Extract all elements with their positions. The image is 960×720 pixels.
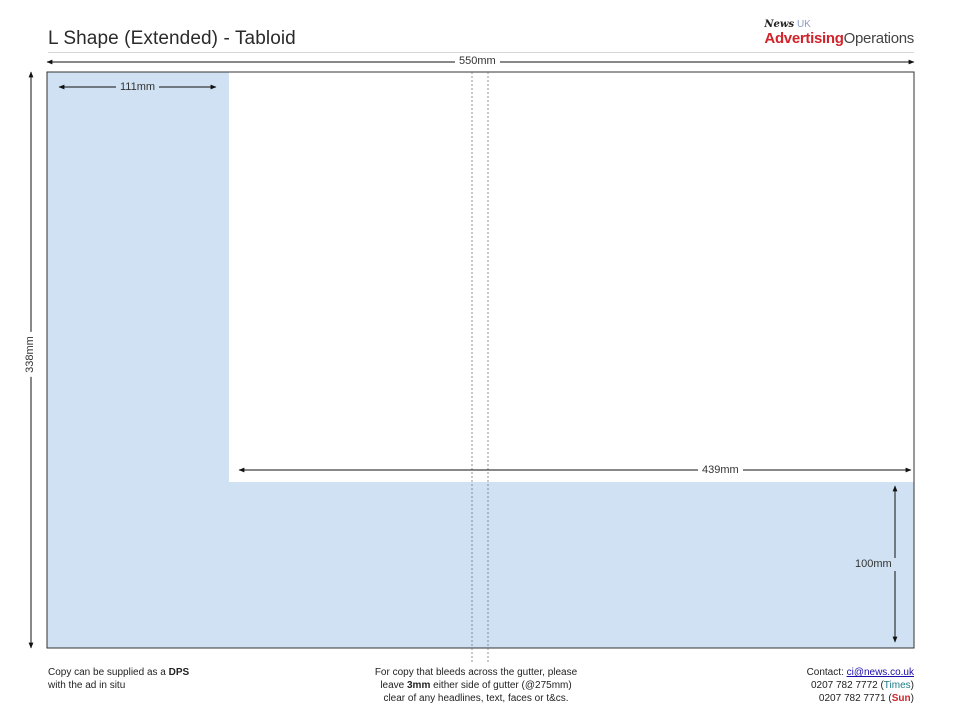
sun-label: Sun	[891, 693, 911, 704]
dps-note-line2: with the ad in situ	[48, 680, 126, 691]
times-close-paren: )	[910, 680, 914, 691]
dps-note-text: Copy can be supplied as a	[48, 667, 169, 678]
page-height-label: 338mm	[23, 332, 37, 377]
footer-gutter-note: For copy that bleeds across the gutter, …	[330, 666, 622, 705]
footer-contact: Contact: ci@news.co.uk 0207 782 7772 (Ti…	[807, 666, 914, 705]
gutter-note-line3: clear of any headlines, text, faces or t…	[383, 693, 569, 704]
contact-label: Contact:	[806, 667, 847, 678]
bottom-strip-width-label: 439mm	[698, 464, 743, 477]
layout-diagram	[28, 59, 915, 662]
page-width-label: 550mm	[455, 55, 500, 68]
footer-dps-note: Copy can be supplied as a DPS with the a…	[48, 666, 189, 692]
ad-bottom-strip	[229, 482, 914, 648]
gutter-note-line2-suffix: either side of gutter (@275mm)	[430, 680, 572, 691]
times-phone: 0207 782 7772 (	[810, 680, 884, 691]
gutter-note-line2-prefix: leave	[380, 680, 407, 691]
sun-close-paren: )	[910, 693, 914, 704]
left-column-width-label: 111mm	[116, 81, 160, 94]
gutter-note-line1: For copy that bleeds across the gutter, …	[374, 667, 578, 678]
dps-bold: DPS	[168, 667, 190, 678]
bottom-strip-height-label: 100mm	[851, 558, 896, 571]
ad-left-column	[47, 72, 229, 648]
times-label: Times	[883, 680, 911, 691]
contact-email-link[interactable]: ci@news.co.uk	[847, 667, 914, 678]
gutter-3mm-bold: 3mm	[407, 680, 431, 691]
sun-phone: 0207 782 7771 (	[818, 693, 892, 704]
